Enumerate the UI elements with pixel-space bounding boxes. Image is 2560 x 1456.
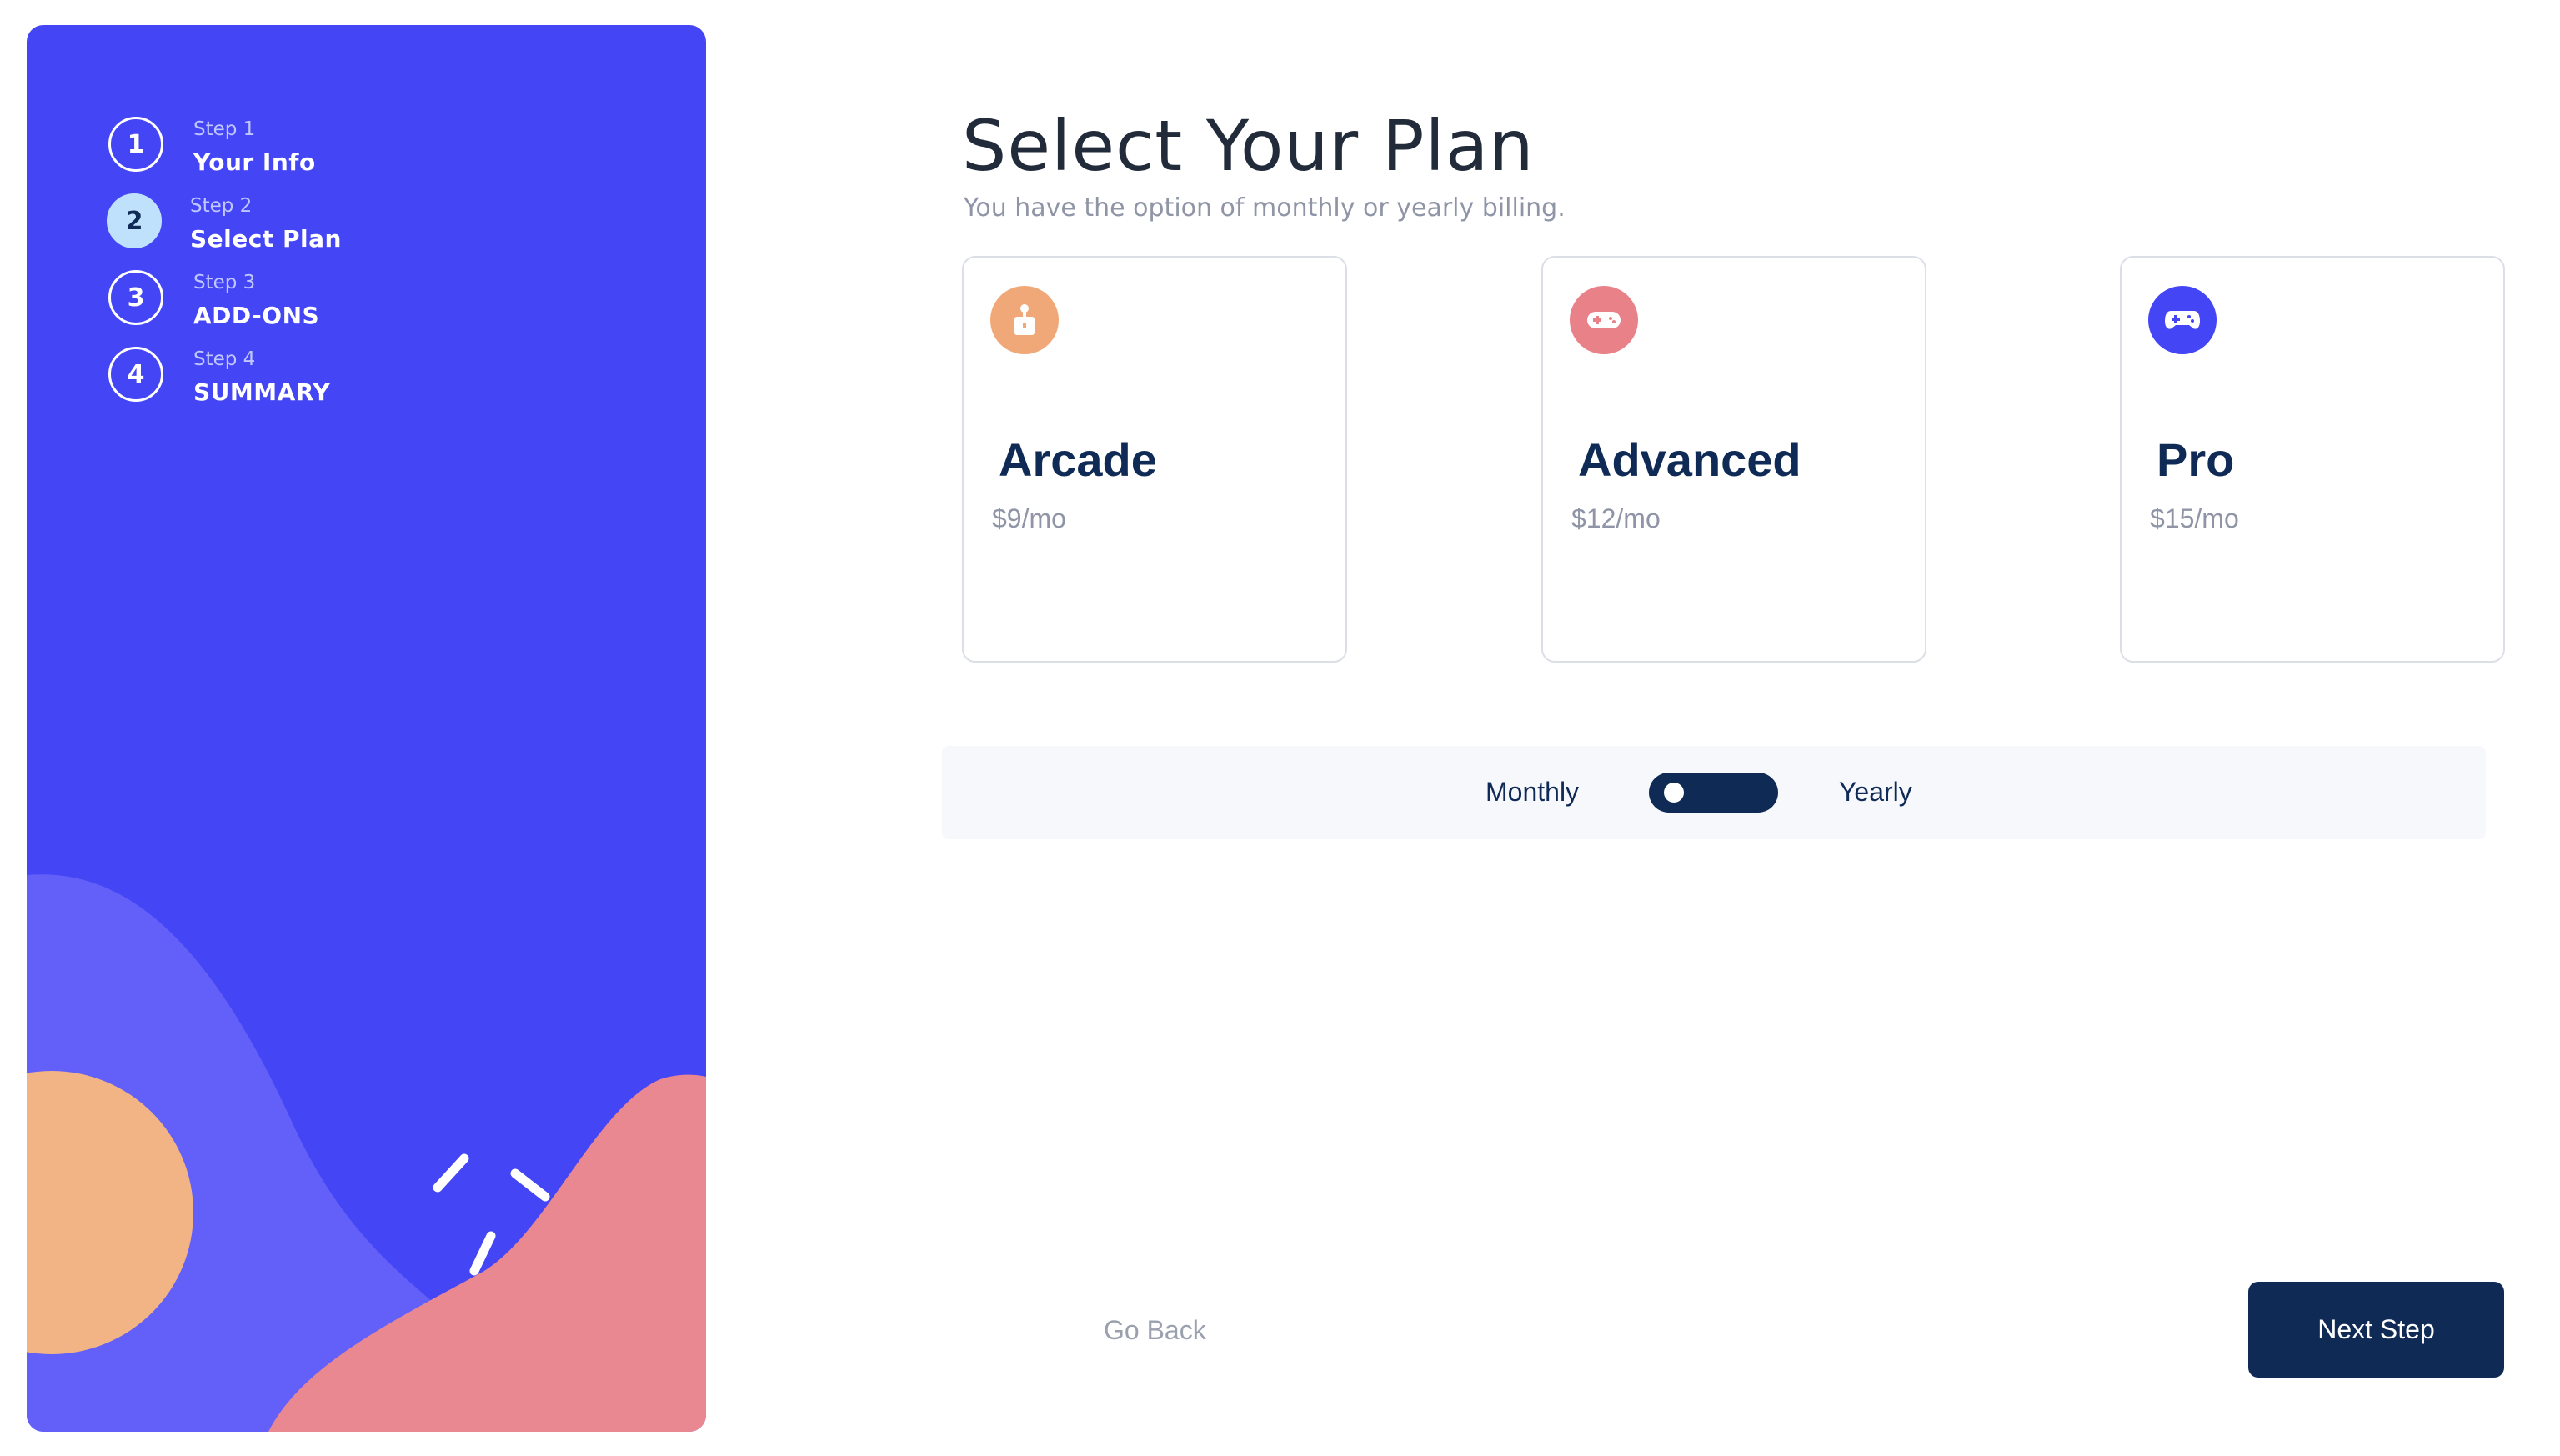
plan-price-arcade: $9/mo <box>992 503 1066 533</box>
step-number-2: 2 <box>107 193 162 248</box>
plan-price-pro: $15/mo <box>2150 503 2239 533</box>
step-title-1: Your Info <box>193 148 316 176</box>
plan-name-arcade: Arcade <box>999 433 1157 486</box>
confetti-2 <box>510 1168 550 1202</box>
plan-name-advanced: Advanced <box>1578 433 1801 486</box>
next-step-button[interactable]: Next Step <box>2248 1282 2504 1378</box>
step-item-1[interactable]: 1 Step 1 Your Info <box>108 115 525 182</box>
controller-icon <box>2148 286 2217 354</box>
step-item-4[interactable]: 4 Step 4 SUMMARY <box>108 345 525 412</box>
sidebar: 1 Step 1 Your Info 2 Step 2 Select Plan … <box>27 25 706 1432</box>
step-title-3: ADD-ONS <box>193 302 320 329</box>
confetti-1 <box>433 1153 469 1193</box>
confetti-3 <box>469 1231 496 1276</box>
step-kicker-2: Step 2 <box>190 195 253 217</box>
yearly-label[interactable]: Yearly <box>1839 777 1912 808</box>
plan-card-pro[interactable]: Pro $15/mo <box>2120 256 2505 663</box>
step-item-2[interactable]: 2 Step 2 Select Plan <box>107 192 525 258</box>
gamepad-icon <box>1570 286 1638 354</box>
page-title: Select Your Plan <box>962 105 1535 187</box>
step-number-4: 4 <box>108 347 163 402</box>
go-back-button[interactable]: Go Back <box>1104 1315 1206 1346</box>
plan-name-pro: Pro <box>2157 433 2235 486</box>
step-kicker-4: Step 4 <box>193 348 256 370</box>
step-item-3[interactable]: 3 Step 3 ADD-ONS <box>108 268 525 335</box>
step-number-1: 1 <box>108 117 163 172</box>
arcade-icon <box>990 286 1059 354</box>
plan-card-arcade[interactable]: Arcade $9/mo <box>962 256 1347 663</box>
plan-card-advanced[interactable]: Advanced $12/mo <box>1541 256 1926 663</box>
billing-toggle-switch[interactable] <box>1649 773 1778 813</box>
step-title-4: SUMMARY <box>193 378 331 406</box>
toggle-knob <box>1664 783 1684 803</box>
step-kicker-1: Step 1 <box>193 118 256 140</box>
step-kicker-3: Step 3 <box>193 272 256 293</box>
monthly-label[interactable]: Monthly <box>1485 777 1579 808</box>
page-subtitle: You have the option of monthly or yearly… <box>964 193 1566 223</box>
step-title-2: Select Plan <box>190 225 342 253</box>
plan-price-advanced: $12/mo <box>1571 503 1661 533</box>
step-number-3: 3 <box>108 270 163 325</box>
billing-toggle-bar: Monthly Yearly <box>942 746 2486 839</box>
